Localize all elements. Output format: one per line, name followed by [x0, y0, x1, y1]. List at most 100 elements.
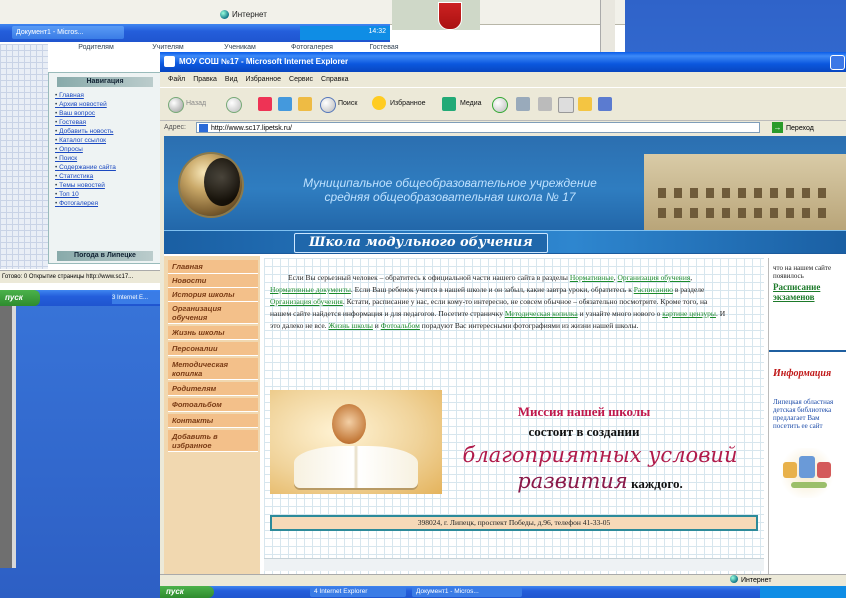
mail-icon[interactable]	[516, 97, 530, 111]
back-tab-guestbook[interactable]: Гостевая	[348, 44, 420, 51]
banner-line-1: Муниципальное общеобразовательное учрежд…	[303, 176, 597, 190]
back-nav-link[interactable]: Гостевая	[55, 118, 116, 127]
banner-line-2: средняя общеобразовательная школа № 17	[324, 190, 576, 204]
banner-school-name: Муниципальное общеобразовательное учрежд…	[260, 176, 640, 204]
back-status-bar: Готово: 0 Открытие страницы http://www.s…	[0, 270, 162, 283]
intro-link[interactable]: Организация обучения	[617, 273, 690, 282]
back-arrow-icon[interactable]	[168, 97, 184, 113]
horizontal-scrollbar[interactable]	[264, 558, 764, 571]
right-divider	[769, 350, 846, 352]
ie-address-bar: Адрес: http://www.sc17.lipetsk.ru/ → Пере…	[160, 120, 846, 135]
open-book-shape	[294, 446, 418, 488]
back-nav-link[interactable]: Топ 10	[55, 190, 116, 199]
menu-help[interactable]: Справка	[321, 76, 348, 83]
folder-icon[interactable]	[578, 97, 592, 111]
back-emblem-image	[392, 0, 480, 30]
ie-title-text: МОУ СОШ №17 - Microsoft Internet Explore…	[179, 57, 349, 66]
nav-people[interactable]: Персоналии	[168, 342, 258, 356]
system-tray	[760, 586, 846, 598]
stop-icon[interactable]	[258, 97, 272, 111]
history-icon[interactable]	[492, 97, 508, 113]
edit-icon[interactable]	[558, 97, 574, 113]
intro-link[interactable]: Расписанию	[634, 285, 673, 294]
back-nav-list: Главная Архив новостей Ваш вопрос Гостев…	[55, 91, 116, 208]
exam-schedule-link[interactable]: Расписание экзаменов	[773, 282, 846, 302]
back-tab-parents[interactable]: Родителям	[60, 44, 132, 51]
ie-title-bar[interactable]: МОУ СОШ №17 - Microsoft Internet Explore…	[160, 52, 846, 72]
back-taskbar-button[interactable]: Документ1 - Micros...	[12, 26, 124, 39]
intro-link[interactable]: Нормативные	[570, 273, 614, 282]
nav-photo-album[interactable]: Фотоальбом	[168, 398, 258, 412]
minimize-icon[interactable]	[830, 55, 845, 70]
start-button[interactable]: пуск	[160, 586, 214, 598]
back-nav-link[interactable]: Главная	[55, 91, 116, 100]
nav-add-favorites[interactable]: Добавить в избранное	[168, 430, 258, 452]
menu-edit[interactable]: Правка	[193, 76, 217, 83]
back-tab-students[interactable]: Ученикам	[204, 44, 276, 51]
back-navigation-panel: Навигация Главная Архив новостей Ваш воп…	[48, 72, 162, 264]
back-tab-photos[interactable]: Фотогалерея	[276, 44, 348, 51]
back-taskbar-bottom: пуск 3 Internet E...	[0, 290, 160, 306]
back-taskbar-ie[interactable]: 3 Internet E...	[112, 292, 160, 304]
intro-paragraph: Если Вы серьезный человек – обратитесь к…	[270, 272, 730, 332]
address-input[interactable]: http://www.sc17.lipetsk.ru/	[196, 122, 760, 133]
back-zone-label: Интернет	[220, 10, 267, 19]
forward-arrow-icon[interactable]	[226, 97, 242, 113]
menu-favorites[interactable]: Избранное	[246, 76, 281, 83]
back-nav-link[interactable]: Статистика	[55, 172, 116, 181]
media-button-label[interactable]: Медиа	[460, 100, 482, 107]
back-nav-link[interactable]: Поиск	[55, 154, 116, 163]
nav-contacts[interactable]: Контакты	[168, 414, 258, 428]
intro-link[interactable]: Фотоальбом	[381, 321, 420, 330]
address-label: Адрес:	[164, 124, 186, 131]
search-icon[interactable]	[320, 97, 336, 113]
menu-tools[interactable]: Сервис	[289, 76, 313, 83]
refresh-icon[interactable]	[278, 97, 292, 111]
favorites-button-label[interactable]: Избранное	[390, 100, 425, 107]
nav-methodical[interactable]: Методическая копилка	[168, 358, 258, 380]
intro-link[interactable]: Организация обучения	[270, 297, 343, 306]
back-nav-link[interactable]: Содержание сайта	[55, 163, 116, 172]
library-image[interactable]	[777, 448, 837, 498]
intro-link[interactable]: Жизнь школы	[328, 321, 372, 330]
intro-link[interactable]: картине цензуры	[662, 309, 716, 318]
nav-home[interactable]: Главная	[168, 260, 258, 274]
nav-parents[interactable]: Родителям	[168, 382, 258, 396]
back-scrollbar[interactable]	[600, 0, 615, 56]
back-nav-link[interactable]: Фотогалерея	[55, 199, 116, 208]
search-button-label[interactable]: Поиск	[338, 100, 357, 107]
mission-line-4: развития каждого.	[440, 468, 760, 497]
taskbar-word[interactable]: Документ1 - Micros...	[412, 587, 522, 597]
back-zone-text: Интернет	[232, 10, 267, 19]
nav-organization[interactable]: Организация обучения	[168, 302, 258, 324]
favorites-star-icon[interactable]	[372, 96, 386, 110]
back-nav-link[interactable]: Каталог ссылок	[55, 136, 116, 145]
back-button-label[interactable]: Назад	[186, 100, 206, 107]
back-nav-link[interactable]: Темы новостей	[55, 181, 116, 190]
media-icon[interactable]	[442, 97, 456, 111]
go-label: Переход	[786, 125, 814, 132]
nav-history[interactable]: История школы	[168, 288, 258, 302]
intro-link[interactable]: Нормативные документы	[270, 285, 351, 294]
go-button[interactable]: → Переход	[772, 122, 832, 133]
menu-file[interactable]: Файл	[168, 76, 185, 83]
back-start-button[interactable]: пуск	[0, 290, 40, 306]
back-nav-link[interactable]: Опросы	[55, 145, 116, 154]
print-icon[interactable]	[538, 97, 552, 111]
ie-window: МОУ СОШ №17 - Microsoft Internet Explore…	[160, 52, 846, 598]
back-nav-link[interactable]: Ваш вопрос	[55, 109, 116, 118]
globe-icon	[220, 10, 229, 19]
taskbar-ie[interactable]: 4 Internet Explorer	[310, 587, 406, 597]
home-icon[interactable]	[298, 97, 312, 111]
girl-head-shape	[332, 404, 366, 444]
nav-school-life[interactable]: Жизнь школы	[168, 326, 258, 340]
intro-text: и узнайте много нового о	[577, 309, 663, 318]
mission-title: Миссия нашей школы	[517, 404, 651, 419]
back-nav-link[interactable]: Добавить новость	[55, 127, 116, 136]
menu-view[interactable]: Вид	[225, 76, 238, 83]
messenger-icon[interactable]	[598, 97, 612, 111]
intro-link[interactable]: Методическая копилка	[505, 309, 578, 318]
back-tab-teachers[interactable]: Учителям	[132, 44, 204, 51]
back-nav-link[interactable]: Архив новостей	[55, 100, 116, 109]
nav-news[interactable]: Новости	[168, 274, 258, 288]
